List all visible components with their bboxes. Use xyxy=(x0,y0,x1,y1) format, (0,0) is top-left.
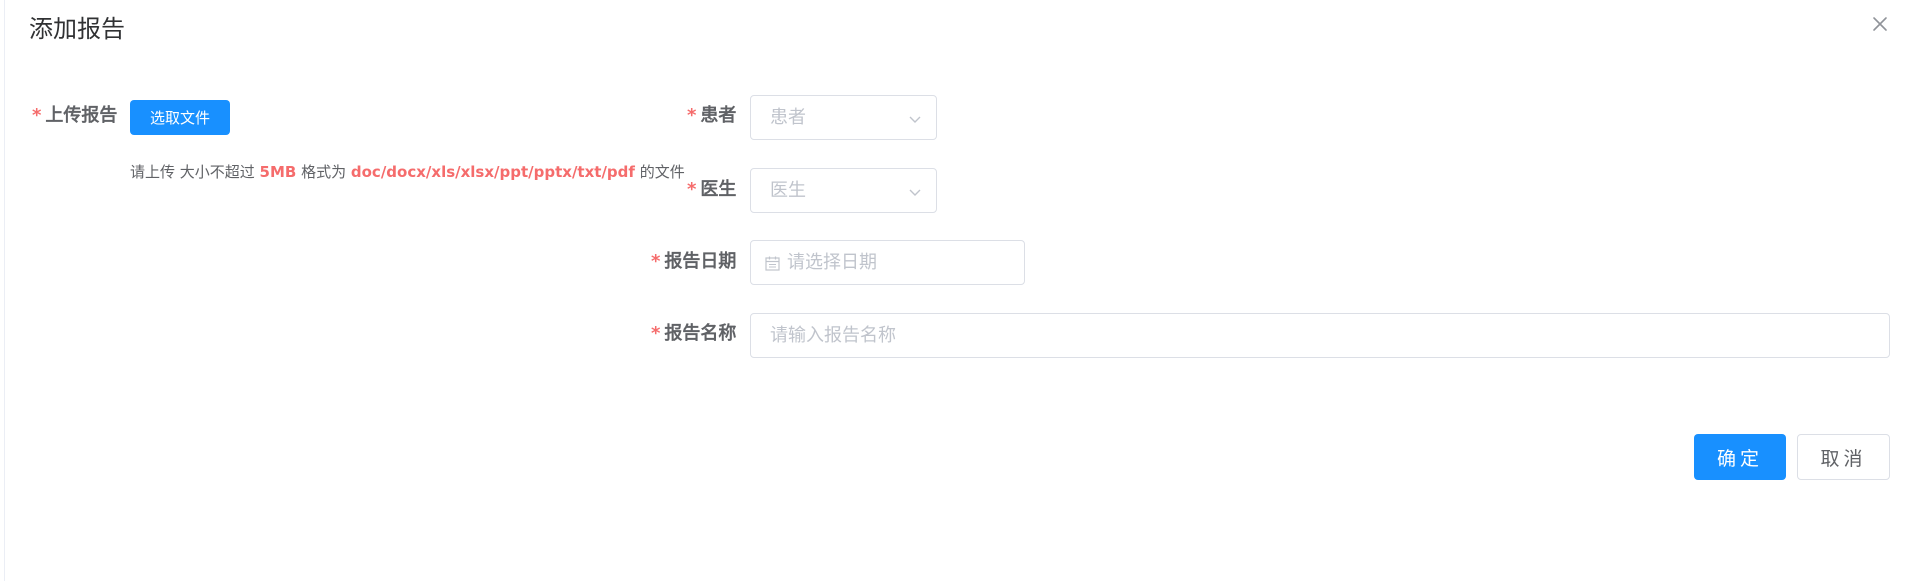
calendar-icon xyxy=(764,255,781,272)
chevron-down-icon xyxy=(908,111,922,125)
patient-select-placeholder: 患者 xyxy=(770,107,806,128)
required-mark: * xyxy=(651,251,661,272)
cancel-button[interactable]: 取消 xyxy=(1797,434,1890,480)
upload-tip-size: 5MB xyxy=(259,163,297,181)
patient-select[interactable]: 患者 xyxy=(750,95,937,140)
required-mark: * xyxy=(687,179,697,200)
doctor-select-placeholder: 医生 xyxy=(770,180,806,201)
dialog-edge xyxy=(4,0,5,581)
report-date-picker[interactable] xyxy=(750,240,1025,285)
patient-label-text: 患者 xyxy=(700,105,737,126)
report-name-label: * 报告名称 xyxy=(651,322,736,346)
upload-tip: 请上传 大小不超过 5MB 格式为 doc/docx/xls/xlsx/ppt/… xyxy=(130,161,685,183)
doctor-label: * 医生 xyxy=(687,178,736,202)
report-date-label: * 报告日期 xyxy=(651,250,736,274)
report-name-label-text: 报告名称 xyxy=(664,323,737,344)
chevron-down-icon xyxy=(908,184,922,198)
doctor-label-text: 医生 xyxy=(700,179,737,200)
upload-tip-suffix: 的文件 xyxy=(634,163,685,181)
upload-tip-formats: doc/docx/xls/xlsx/ppt/pptx/txt/pdf xyxy=(350,163,635,181)
dialog-title: 添加报告 xyxy=(29,15,125,43)
upload-report-label-text: 上传报告 xyxy=(45,105,118,126)
add-report-dialog: 添加报告 * 上传报告 选取文件 请上传 大小不超过 5MB 格式为 doc/do… xyxy=(0,0,1920,581)
patient-label: * 患者 xyxy=(687,104,736,128)
upload-tip-prefix: 请上传 大小不超过 xyxy=(130,163,260,181)
doctor-select[interactable]: 医生 xyxy=(750,168,937,213)
required-mark: * xyxy=(32,105,42,126)
upload-tip-middle: 格式为 xyxy=(296,163,351,181)
close-icon[interactable] xyxy=(1868,12,1892,36)
required-mark: * xyxy=(651,323,661,344)
report-name-input[interactable] xyxy=(750,313,1890,358)
required-mark: * xyxy=(687,105,697,126)
report-date-label-text: 报告日期 xyxy=(664,251,737,272)
confirm-button[interactable]: 确定 xyxy=(1694,434,1786,480)
report-date-input[interactable] xyxy=(787,242,1017,283)
upload-report-label: * 上传报告 xyxy=(32,104,117,128)
select-file-button[interactable]: 选取文件 xyxy=(130,100,230,135)
